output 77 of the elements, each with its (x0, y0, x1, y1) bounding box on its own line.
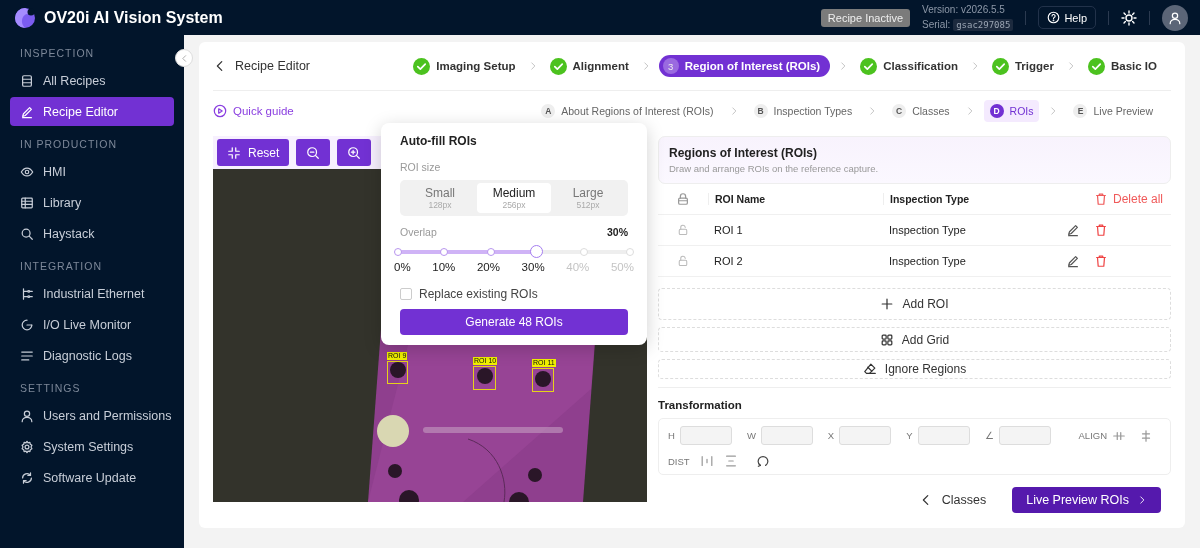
step-letter: C (892, 104, 907, 118)
step-number: 3 (662, 58, 679, 74)
step-letter: D (989, 104, 1004, 118)
field-label: W (746, 430, 756, 441)
size-option[interactable]: Large 512px (551, 183, 625, 213)
nav-item[interactable]: All Recipes (10, 66, 174, 95)
generate-button[interactable]: Generate 48 ROIs (400, 309, 628, 335)
nav-item[interactable]: Industrial Ethernet (10, 279, 174, 308)
back-button[interactable]: Classes (912, 492, 993, 508)
action-button[interactable]: Add ROI (658, 288, 1171, 320)
guide-step[interactable]: D ROIs (983, 100, 1040, 122)
table-cell-text: Inspection Type (888, 255, 967, 267)
panel-title: Regions of Interest (ROIs) (669, 146, 818, 160)
nav-item[interactable]: Recipe Editor (10, 97, 174, 126)
dist-label: DIST (668, 455, 690, 467)
tick-label: 0% (394, 261, 411, 273)
wizard-step[interactable]: Basic IO (1083, 54, 1161, 78)
serial-number: gsac297085 (953, 19, 1014, 31)
field-label: X (827, 430, 835, 441)
tick-label: 10% (432, 261, 456, 273)
guide-step[interactable]: C Classes (886, 100, 956, 122)
nav-item[interactable]: Users and Permissions (10, 401, 174, 430)
wizard-step[interactable]: Classification (856, 54, 962, 78)
guide-step[interactable]: E Live Preview (1067, 100, 1159, 122)
wizard-step[interactable]: 3 Region of Interest (ROIs) (658, 55, 831, 77)
nav-item[interactable]: Haystack (10, 219, 174, 248)
action-button[interactable]: Ignore Regions (658, 359, 1171, 379)
tick-label: 20% (476, 261, 500, 273)
table-cell-text: ROI 1 (713, 224, 744, 236)
wizard-step[interactable]: Alignment (545, 54, 633, 78)
align-label: ALIGN (1078, 430, 1108, 441)
field-label: ROI size (400, 161, 441, 173)
nav-item[interactable]: HMI (10, 157, 174, 186)
section-heading: INSPECTION (20, 47, 96, 59)
wizard-step[interactable]: Imaging Setup (409, 54, 520, 78)
section-heading: INTEGRATION (20, 260, 103, 272)
nav-item[interactable]: Diagnostic Logs (10, 341, 174, 370)
field-label: ∠ (984, 430, 994, 441)
field-label: H (668, 430, 675, 441)
checkbox-label: Replace existing ROIs (419, 287, 538, 301)
guide-step[interactable]: B Inspection Types (747, 100, 859, 122)
nav-item[interactable]: System Settings (10, 432, 174, 461)
column-header: ROI Name (708, 193, 883, 205)
section-title: Transformation (658, 399, 743, 411)
overlap-value: 30% (607, 226, 628, 238)
guide-step[interactable]: A About Regions of Interest (ROIs) (535, 100, 720, 122)
field-label: Y (906, 430, 913, 441)
step-letter: B (753, 104, 768, 118)
table-cell-text: ROI 2 (713, 255, 744, 267)
status-badge: Recipe Inactive (820, 8, 911, 27)
nav-item[interactable]: I/O Live Monitor (10, 310, 174, 339)
reset-button[interactable]: Reset (217, 139, 290, 166)
size-option[interactable]: Small 128px (403, 183, 477, 213)
next-button[interactable]: Live Preview ROIs (1012, 487, 1161, 513)
tick-label: 50% (610, 261, 634, 273)
version-text: Version: v2026.5.5 (922, 3, 1006, 17)
column-header: Inspection Type (883, 193, 1058, 205)
field-label: Overlap (400, 226, 437, 238)
tick-label: 30% (521, 261, 545, 273)
action-button[interactable]: Add Grid (658, 327, 1171, 352)
quick-guide-link[interactable]: Quick guide (213, 104, 536, 118)
back-link[interactable]: Recipe Editor (213, 59, 410, 73)
table-cell-text: Inspection Type (888, 224, 967, 236)
section-heading: SETTINGS (20, 382, 82, 394)
panel-subtitle: Draw and arrange ROIs on the reference capture. (669, 163, 880, 174)
step-letter: A (541, 104, 556, 118)
nav-item[interactable]: Software Update (10, 463, 174, 492)
tick-label: 40% (566, 261, 590, 273)
serial-label: Serial: (922, 19, 951, 30)
app-title: OV20i AI Vision System (44, 8, 224, 27)
help-button[interactable]: Help (1038, 6, 1096, 29)
wizard-step[interactable]: Trigger (988, 54, 1058, 78)
step-letter: E (1073, 104, 1088, 118)
size-option[interactable]: Medium 256px (477, 183, 551, 213)
nav-item[interactable]: Library (10, 188, 174, 217)
section-heading: IN PRODUCTION (20, 138, 118, 150)
popover-title: Auto-fill ROIs (400, 134, 478, 148)
